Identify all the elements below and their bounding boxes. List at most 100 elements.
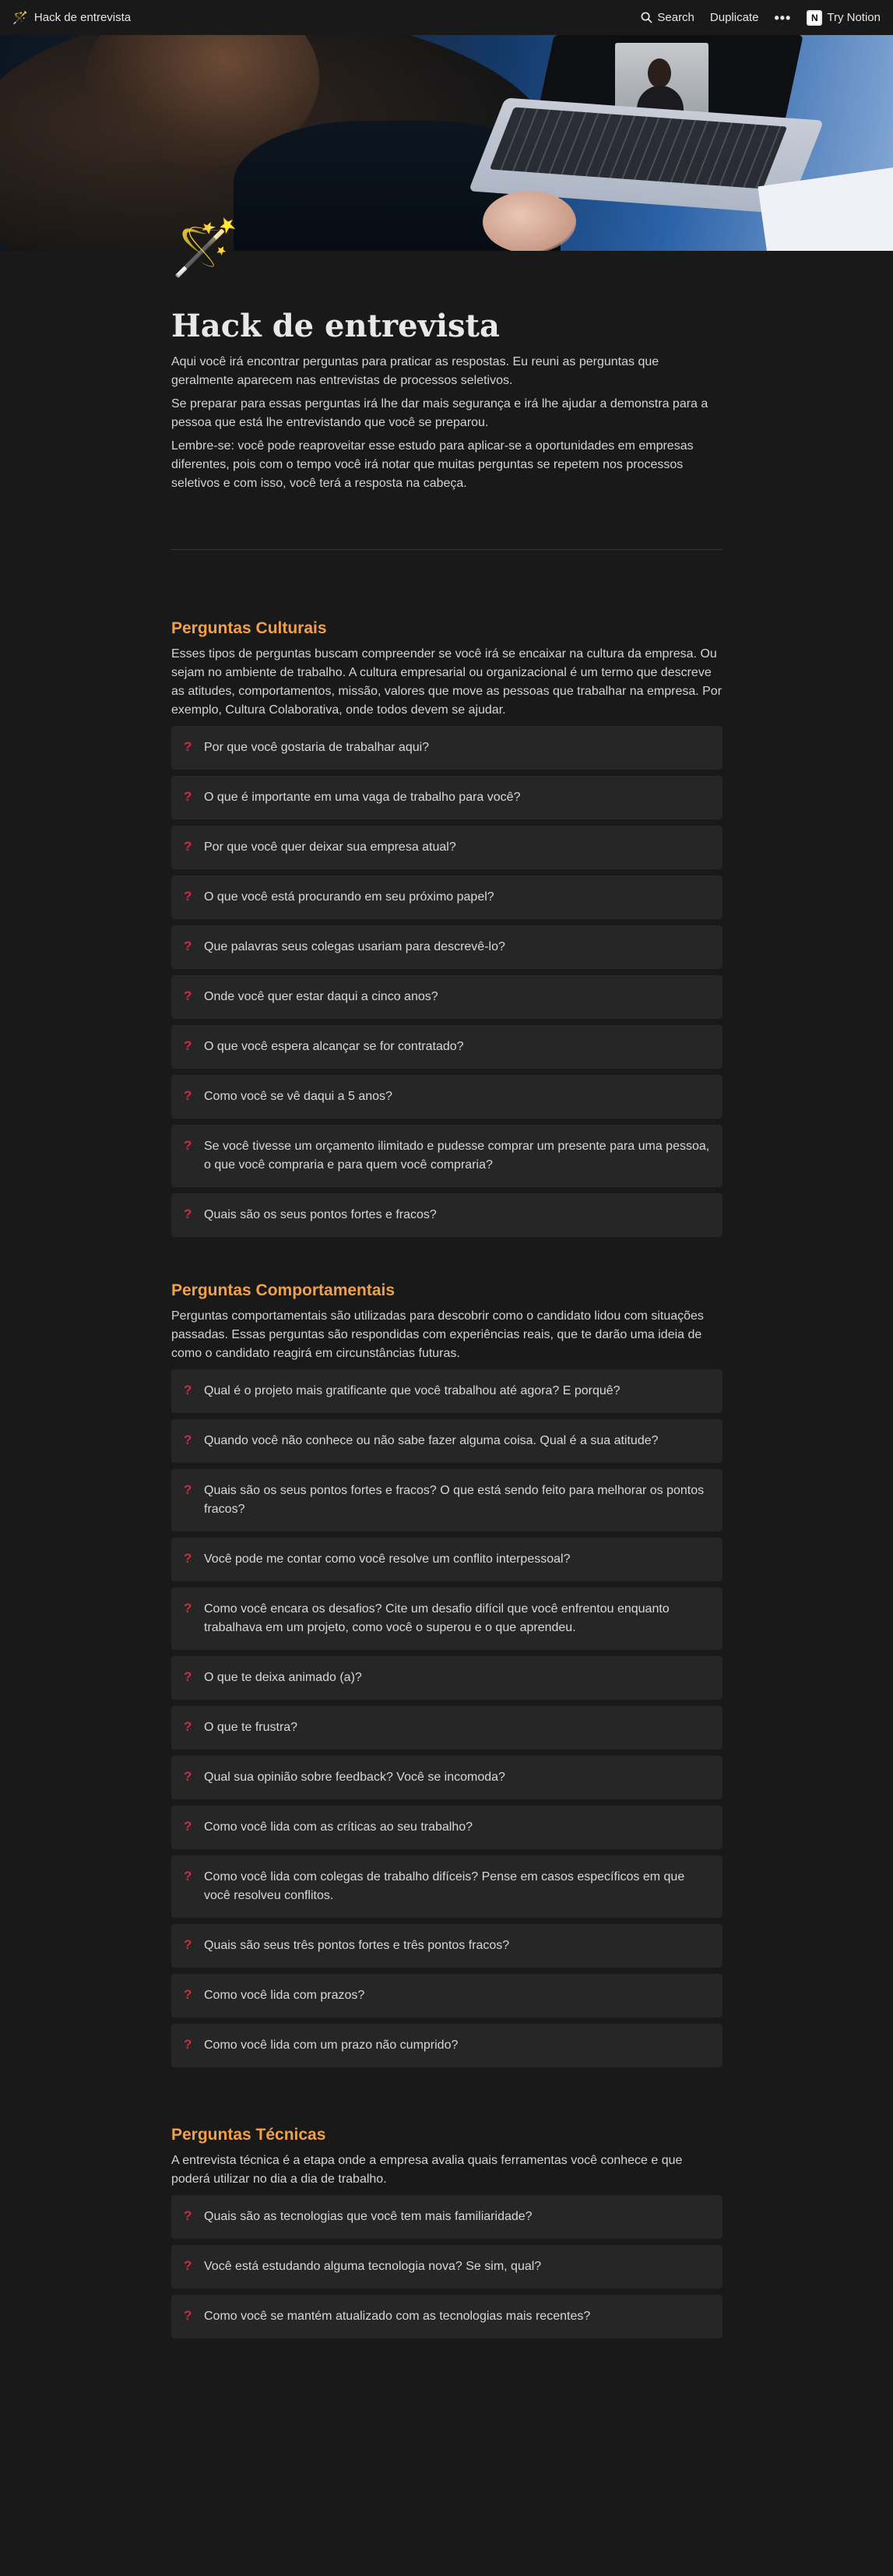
page-icon[interactable]: 🪄 <box>171 217 239 279</box>
question-text: Como você encara os desafios? Cite um de… <box>204 1602 670 1634</box>
question-text: Quais são as tecnologias que você tem ma… <box>204 2210 533 2223</box>
question-callout[interactable]: ? Como você lida com colegas de trabalho … <box>171 1855 722 1918</box>
question-text: Se você tivesse um orçamento ilimitado e… <box>204 1140 710 1172</box>
question-mark-icon: ? <box>184 1138 192 1153</box>
question-text: Você pode me contar como você resolve um… <box>204 1552 571 1566</box>
page-title: Hack de entrevista <box>171 308 500 344</box>
question-mark-icon: ? <box>184 2208 192 2223</box>
question-text: Como você se vê daqui a 5 anos? <box>204 1090 392 1103</box>
question-mark-icon: ? <box>184 1937 192 1952</box>
question-mark-icon: ? <box>184 1869 192 1884</box>
question-callout[interactable]: ? Quais são os seus pontos fortes e fraco… <box>171 1469 722 1531</box>
section-description: Perguntas comportamentais são utilizadas… <box>171 1309 704 1360</box>
question-text: Qual é o projeto mais gratificante que v… <box>204 1384 621 1397</box>
question-callout[interactable]: ? Se você tivesse um orçamento ilimitado … <box>171 1125 722 1187</box>
question-mark-icon: ? <box>184 2037 192 2052</box>
question-callout[interactable]: ? Como você lida com as críticas ao seu t… <box>171 1806 722 1849</box>
question-callout[interactable]: ? O que você espera alcançar se for contr… <box>171 1025 722 1069</box>
question-callout[interactable]: ? Quais são as tecnologias que você tem m… <box>171 2195 722 2239</box>
search-button[interactable]: Search <box>641 11 694 24</box>
more-icon: ••• <box>774 9 792 26</box>
question-callout[interactable]: ? Quais são os seus pontos fortes e fraco… <box>171 1193 722 1237</box>
section-0: Perguntas Culturais Esses tipos de pergun… <box>171 617 722 1237</box>
cover-image <box>0 35 893 251</box>
section-title: Perguntas Técnicas <box>171 2126 326 2144</box>
question-mark-icon: ? <box>184 739 192 754</box>
question-callout[interactable]: ? O que é importante em uma vaga de traba… <box>171 776 722 819</box>
duplicate-button[interactable]: Duplicate <box>710 11 759 24</box>
topbar-actions: Search Duplicate ••• N Try Notion <box>641 9 881 26</box>
question-mark-icon: ? <box>184 1987 192 2002</box>
intro-paragraph: Aqui você irá encontrar perguntas para p… <box>171 355 659 387</box>
breadcrumb-title: Hack de entrevista <box>33 11 132 24</box>
question-text: O que você está procurando em seu próxim… <box>204 890 494 904</box>
question-mark-icon: ? <box>184 1669 192 1684</box>
intro-paragraph: Lembre-se: você pode reaproveitar esse e… <box>171 439 694 490</box>
question-callout[interactable]: ? Quando você não conhece ou não sabe faz… <box>171 1419 722 1463</box>
question-callout[interactable]: ? Você está estudando alguma tecnologia n… <box>171 2245 722 2289</box>
question-text: Quais são os seus pontos fortes e fracos… <box>204 1208 437 1221</box>
question-text: Por que você gostaria de trabalhar aqui? <box>204 741 430 754</box>
question-mark-icon: ? <box>184 1769 192 1784</box>
try-notion-button[interactable]: N Try Notion <box>807 9 881 26</box>
question-callout[interactable]: ? Como você lida com prazos? <box>171 1974 722 2017</box>
question-mark-icon: ? <box>184 2258 192 2273</box>
question-callout[interactable]: ? Quais são seus três pontos fortes e trê… <box>171 1924 722 1968</box>
question-callout[interactable]: ? Por que você gostaria de trabalhar aqui… <box>171 726 722 770</box>
question-callout[interactable]: ? Você pode me contar como você resolve u… <box>171 1538 722 1581</box>
question-callout[interactable]: ? O que você está procurando em seu próxi… <box>171 876 722 919</box>
question-callout[interactable]: ? Qual sua opinião sobre feedback? Você s… <box>171 1756 722 1799</box>
question-text: O que te deixa animado (a)? <box>204 1671 362 1684</box>
question-text: Quais são os seus pontos fortes e fracos… <box>204 1484 705 1516</box>
section-2: Perguntas Técnicas A entrevista técnica é… <box>171 2123 722 2338</box>
question-text: O que é importante em uma vaga de trabal… <box>204 791 521 804</box>
divider <box>171 549 722 550</box>
search-label: Search <box>657 11 694 24</box>
question-callout[interactable]: ? Que palavras seus colegas usariam para … <box>171 925 722 969</box>
question-mark-icon: ? <box>184 1038 192 1053</box>
question-mark-icon: ? <box>184 1601 192 1616</box>
sections-container: Perguntas Culturais Esses tipos de pergun… <box>171 617 722 2338</box>
section-description: A entrevista técnica é a etapa onde a em… <box>171 2154 683 2186</box>
question-callout[interactable]: ? Qual é o projeto mais gratificante que … <box>171 1369 722 1413</box>
question-text: Onde você quer estar daqui a cinco anos? <box>204 990 438 1003</box>
question-text: Como você lida com um prazo não cumprido… <box>204 2039 459 2052</box>
magic-wand-icon: 🪄 <box>12 11 28 25</box>
section-title: Perguntas Comportamentais <box>171 1281 396 1299</box>
page-content: Hack de entrevista Aqui você irá encontr… <box>171 292 722 2345</box>
question-mark-icon: ? <box>184 1719 192 1734</box>
question-callout[interactable]: ? Como você lida com um prazo não cumprid… <box>171 2024 722 2067</box>
question-callout[interactable]: ? Por que você quer deixar sua empresa at… <box>171 826 722 869</box>
question-mark-icon: ? <box>184 2308 192 2323</box>
question-callout[interactable]: ? Como você encara os desafios? Cite um d… <box>171 1588 722 1650</box>
question-callout[interactable]: ? Onde você quer estar daqui a cinco anos… <box>171 975 722 1019</box>
question-callout[interactable]: ? O que te frustra? <box>171 1706 722 1750</box>
try-notion-label: Try Notion <box>827 11 881 24</box>
question-mark-icon: ? <box>184 839 192 854</box>
question-callout[interactable]: ? Como você se mantém atualizado com as t… <box>171 2295 722 2338</box>
magic-wand-icon: 🪄 <box>171 217 240 278</box>
question-text: Quando você não conhece ou não sabe faze… <box>204 1434 659 1447</box>
question-text: Quais são seus três pontos fortes e três… <box>204 1939 510 1952</box>
question-mark-icon: ? <box>184 939 192 953</box>
section-description: Esses tipos de perguntas buscam compreen… <box>171 647 722 717</box>
question-callout[interactable]: ? Como você se vê daqui a 5 anos? <box>171 1075 722 1119</box>
question-text: Como você lida com prazos? <box>204 1989 365 2002</box>
question-text: O que te frustra? <box>204 1721 298 1734</box>
topbar: 🪄 Hack de entrevista Search Duplicate ••… <box>0 0 893 35</box>
question-text: O que você espera alcançar se for contra… <box>204 1040 464 1053</box>
question-mark-icon: ? <box>184 789 192 804</box>
duplicate-label: Duplicate <box>709 11 759 24</box>
question-mark-icon: ? <box>184 1088 192 1103</box>
question-text: Você está estudando alguma tecnologia no… <box>204 2260 542 2273</box>
more-options-button[interactable]: ••• <box>774 11 791 25</box>
notion-logo-icon: N <box>807 9 823 26</box>
question-mark-icon: ? <box>184 1207 192 1221</box>
question-mark-icon: ? <box>184 1432 192 1447</box>
question-mark-icon: ? <box>184 988 192 1003</box>
question-callout[interactable]: ? O que te deixa animado (a)? <box>171 1656 722 1700</box>
question-text: Como você se mantém atualizado com as te… <box>204 2310 591 2323</box>
question-text: Como você lida com as críticas ao seu tr… <box>204 1820 473 1834</box>
breadcrumb[interactable]: 🪄 Hack de entrevista <box>12 10 131 26</box>
question-text: Como você lida com colegas de trabalho d… <box>204 1870 685 1902</box>
